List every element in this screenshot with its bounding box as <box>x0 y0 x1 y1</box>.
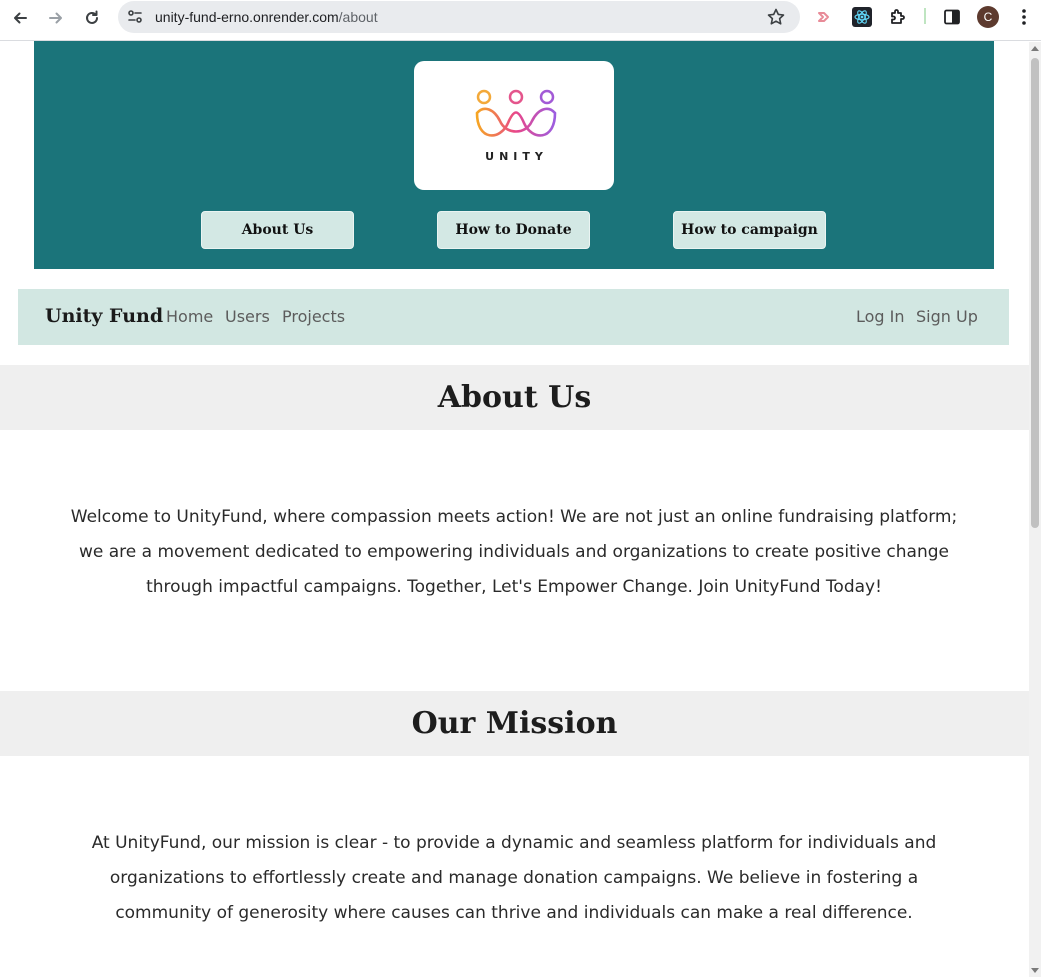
menu-dots-icon[interactable] <box>1013 6 1035 28</box>
brand-link[interactable]: Unity Fund <box>45 305 163 327</box>
address-bar[interactable]: unity-fund-erno.onrender.com/about <box>118 1 800 33</box>
mission-title: Our Mission <box>411 706 618 741</box>
scroll-up-arrow-icon[interactable] <box>1031 46 1039 51</box>
how-to-donate-button[interactable]: How to Donate <box>437 211 590 249</box>
url-path: /about <box>338 9 378 25</box>
toolbar-divider <box>924 8 926 24</box>
site-info-icon[interactable] <box>126 8 144 26</box>
logo-wordmark: UNITY <box>485 150 548 163</box>
about-paragraph: Welcome to UnityFund, where compassion m… <box>70 507 958 597</box>
scroll-down-arrow-icon[interactable] <box>1031 968 1039 973</box>
side-panel-icon[interactable] <box>941 6 963 28</box>
url-host: unity-fund-erno.onrender.com <box>155 9 339 25</box>
page-scrollbar[interactable] <box>1029 42 1041 977</box>
about-us-button[interactable]: About Us <box>201 211 354 249</box>
scroll-thumb[interactable] <box>1031 58 1039 528</box>
signup-link[interactable]: Sign Up <box>916 307 978 326</box>
reload-icon[interactable] <box>80 6 104 30</box>
hero-banner: UNITY About Us How to Donate How to camp… <box>34 41 994 269</box>
how-to-campaign-button[interactable]: How to campaign <box>673 211 826 249</box>
nav-users-link[interactable]: Users <box>225 307 270 326</box>
bookmark-star-icon[interactable] <box>766 7 786 27</box>
about-section-header: About Us <box>0 365 1029 430</box>
extension-arrow-icon[interactable] <box>814 6 836 28</box>
login-link[interactable]: Log In <box>856 307 905 326</box>
unity-logo <box>475 89 557 137</box>
mission-section-header: Our Mission <box>0 691 1029 756</box>
logo-card: UNITY <box>414 61 614 190</box>
back-arrow-icon[interactable] <box>8 6 32 30</box>
nav-home-link[interactable]: Home <box>166 307 213 326</box>
profile-avatar[interactable]: C <box>977 6 999 28</box>
extensions-puzzle-icon[interactable] <box>887 6 909 28</box>
nav-projects-link[interactable]: Projects <box>282 307 345 326</box>
mission-paragraph: At UnityFund, our mission is clear - to … <box>91 833 937 923</box>
main-navbar: Unity Fund Home Users Projects Log In Si… <box>18 289 1009 345</box>
react-devtools-icon[interactable] <box>851 6 873 28</box>
about-title: About Us <box>437 380 592 415</box>
url-text: unity-fund-erno.onrender.com/about <box>155 9 378 25</box>
forward-arrow-icon[interactable] <box>44 6 68 30</box>
browser-toolbar: unity-fund-erno.onrender.com/about C <box>0 0 1041 41</box>
